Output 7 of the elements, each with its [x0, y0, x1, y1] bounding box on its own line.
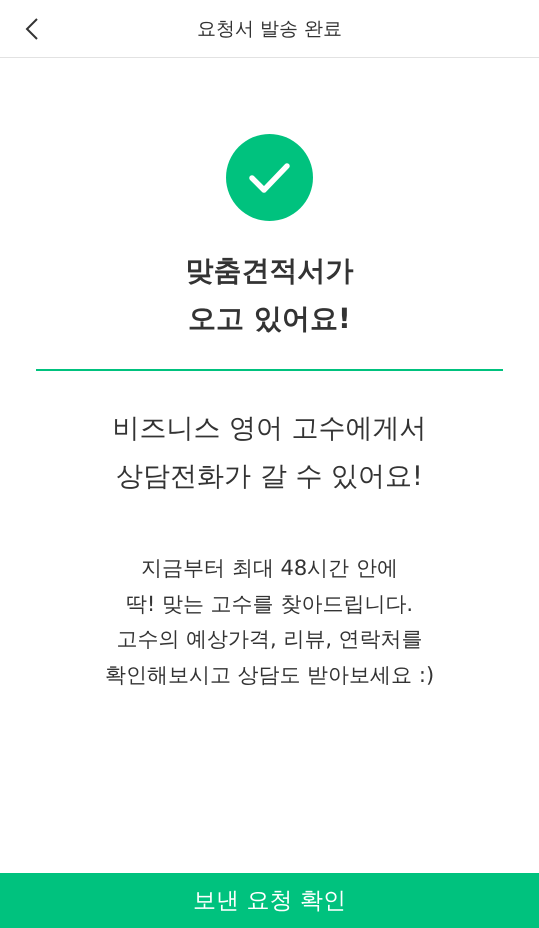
view-request-button[interactable]: 보낸 요청 확인 — [0, 873, 539, 928]
headline: 맞춤견적서가 오고 있어요! — [186, 253, 354, 337]
page-title: 요청서 발송 완료 — [196, 16, 342, 42]
back-icon — [25, 17, 39, 41]
subtitle: 비즈니스 영어 고수에게서 상담전화가 갈 수 있어요! — [112, 412, 427, 494]
check-circle-icon — [226, 134, 313, 221]
description: 지금부터 최대 48시간 안에 딱! 맞는 고수를 찾아드립니다. 고수의 예상가격, 리뷰, 연락처를 확인해보시고 상담도 받아보세요 :) — [104, 555, 434, 688]
